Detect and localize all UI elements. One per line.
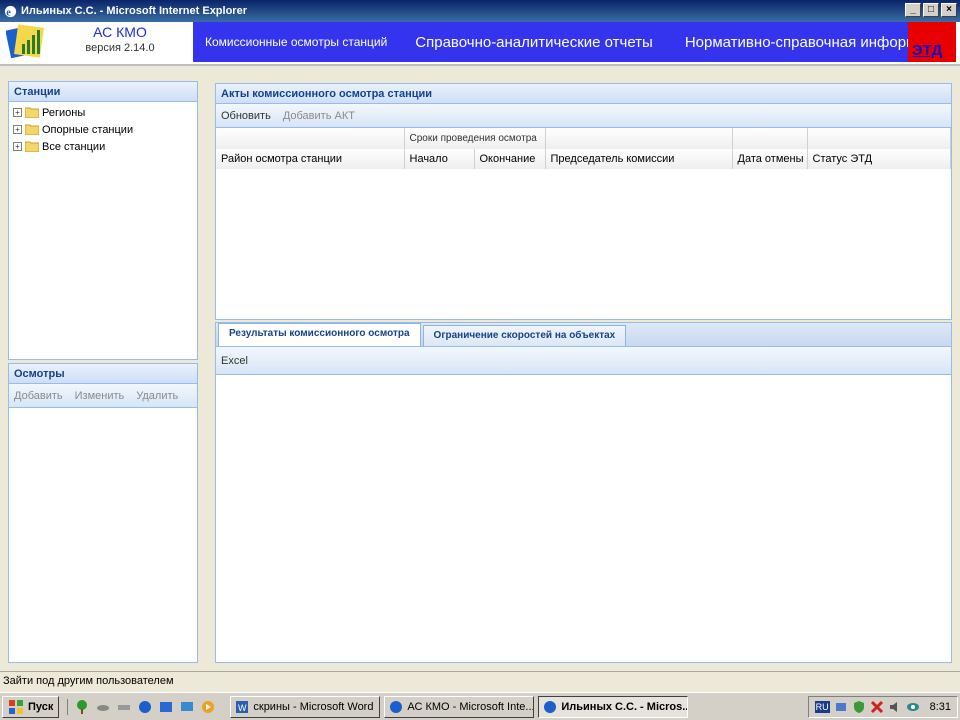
task-ilinyh[interactable]: Ильиных С.С. - Micros...: [538, 695, 689, 718]
grid-header-spacer: [216, 128, 405, 149]
tree-icon[interactable]: [74, 699, 90, 715]
tab-speed-restrictions[interactable]: Ограничение скоростей на объектах: [422, 325, 627, 346]
outlook-icon[interactable]: [158, 699, 174, 715]
add-act-button[interactable]: Добавить АКТ: [283, 110, 355, 122]
windows-logo-icon: [9, 699, 23, 714]
task-ac-kmo[interactable]: АС КМО - Microsoft Inte...: [384, 695, 535, 718]
shield-icon[interactable]: [852, 700, 866, 714]
window-title: Ильиных С.С. - Microsoft Internet Explor…: [21, 5, 247, 17]
column-header-district[interactable]: Район осмотра станции: [216, 149, 405, 169]
svg-text:W: W: [238, 703, 247, 713]
windows-taskbar: Пуск W скрины - Microsoft Word АС КМО - …: [0, 692, 960, 720]
task-word[interactable]: W скрины - Microsoft Word: [230, 695, 381, 718]
tree-item-all-stations[interactable]: + Все станции: [9, 138, 197, 155]
column-header-chairman[interactable]: Председатель комиссии: [545, 149, 733, 169]
word-icon: W: [236, 700, 249, 713]
acts-panel-title: Акты комиссионного осмотра станции: [216, 84, 951, 104]
column-header-etd-status[interactable]: Статус ЭТД: [807, 149, 951, 169]
tree-item-label: Все станции: [42, 140, 106, 153]
etd-link-block[interactable]: ЭТД: [908, 22, 956, 62]
expand-icon[interactable]: +: [13, 142, 22, 151]
clock: 8:31: [929, 701, 951, 713]
media-player-icon[interactable]: [200, 699, 216, 715]
tree-item-key-stations[interactable]: + Опорные станции: [9, 121, 197, 138]
add-inspection-button[interactable]: Добавить: [14, 390, 63, 402]
close-button[interactable]: ×: [941, 3, 957, 17]
minimize-button[interactable]: _: [905, 3, 921, 17]
task-label: АС КМО - Microsoft Inte...: [407, 700, 535, 713]
inspections-toolbar: Добавить Изменить Удалить: [9, 384, 197, 408]
folder-icon: [25, 107, 39, 118]
eye-icon[interactable]: [906, 700, 920, 714]
folder-icon: [25, 141, 39, 152]
app-header: АС КМО версия 2.14.0 Комиссионные осмотр…: [0, 22, 960, 66]
start-label: Пуск: [28, 700, 54, 713]
browser-status-bar: Зайти под другим пользователем: [0, 671, 960, 690]
svg-text:e: e: [6, 7, 11, 18]
system-tray: RU 8:31: [807, 696, 958, 718]
grid-header-spacer: [545, 128, 733, 149]
network-icon[interactable]: [95, 699, 111, 715]
start-button[interactable]: Пуск: [2, 695, 60, 718]
expand-icon[interactable]: +: [13, 108, 22, 117]
internet-explorer-icon: [390, 700, 403, 713]
acts-panel: Акты комиссионного осмотра станции Обнов…: [215, 83, 952, 320]
desktop-icon[interactable]: [179, 699, 195, 715]
acts-toolbar: Обновить Добавить АКТ: [216, 104, 951, 128]
status-text: Зайти под другим пользователем: [3, 675, 174, 687]
app-version: версия 2.14.0: [85, 42, 155, 54]
excel-export-button[interactable]: Excel: [221, 355, 248, 367]
stations-panel-title: Станции: [9, 82, 197, 102]
inspections-panel-title: Осмотры: [9, 364, 197, 384]
maximize-button[interactable]: □: [923, 3, 939, 17]
speaker-icon[interactable]: [888, 700, 902, 714]
delete-inspection-button[interactable]: Удалить: [136, 390, 178, 402]
etd-link[interactable]: ЭТД: [912, 42, 942, 59]
nav-reports[interactable]: Справочно-аналитические отчеты: [399, 34, 669, 51]
language-indicator[interactable]: RU: [814, 701, 830, 713]
grid-group-header-dates: Сроки проведения осмотра: [404, 128, 546, 149]
tree-item-label: Регионы: [42, 106, 86, 119]
inspections-panel: Осмотры Добавить Изменить Удалить: [8, 363, 198, 663]
stations-panel: Станции + Регионы + Опорные станции + Вс…: [8, 81, 198, 360]
nav-commission-inspections[interactable]: Комиссионные осмотры станций: [193, 35, 399, 49]
antivirus-icon[interactable]: [870, 700, 884, 714]
window-title-bar[interactable]: e Ильиных С.С. - Microsoft Internet Expl…: [0, 0, 960, 22]
grid-header-spacer: [732, 128, 808, 149]
acts-grid: Сроки проведения осмотра Район осмотра с…: [216, 128, 951, 169]
results-toolbar: Excel: [216, 347, 951, 375]
task-label: Ильиных С.С. - Micros...: [561, 700, 689, 713]
tree-item-regions[interactable]: + Регионы: [9, 104, 197, 121]
nav-reference-info[interactable]: Нормативно-справочная информа: [669, 34, 908, 51]
edit-inspection-button[interactable]: Изменить: [75, 390, 125, 402]
internet-explorer-icon: e: [4, 5, 17, 18]
refresh-button[interactable]: Обновить: [221, 110, 271, 122]
quick-launch: [67, 698, 216, 715]
folder-icon: [25, 124, 39, 135]
app-logo-icon: [6, 24, 44, 59]
tree-item-label: Опорные станции: [42, 123, 134, 136]
task-label: скрины - Microsoft Word: [253, 700, 374, 713]
tab-inspection-results[interactable]: Результаты комиссионного осмотра: [218, 323, 421, 346]
drive-icon[interactable]: [116, 699, 132, 715]
internet-explorer-icon[interactable]: [137, 699, 153, 715]
column-header-start[interactable]: Начало: [404, 149, 475, 169]
network-tray-icon[interactable]: [834, 700, 848, 714]
results-tabstrip: Результаты комиссионного осмотра Огранич…: [216, 323, 951, 347]
expand-icon[interactable]: +: [13, 125, 22, 134]
top-navigation: Комиссионные осмотры станций Справочно-а…: [193, 22, 908, 62]
grid-header-spacer: [807, 128, 951, 149]
app-title: АС КМО: [93, 24, 147, 40]
results-panel: Результаты комиссионного осмотра Огранич…: [215, 322, 952, 663]
internet-explorer-icon: [544, 700, 557, 713]
column-header-end[interactable]: Окончание: [474, 149, 546, 169]
column-header-cancel-date[interactable]: Дата отмены: [732, 149, 808, 169]
